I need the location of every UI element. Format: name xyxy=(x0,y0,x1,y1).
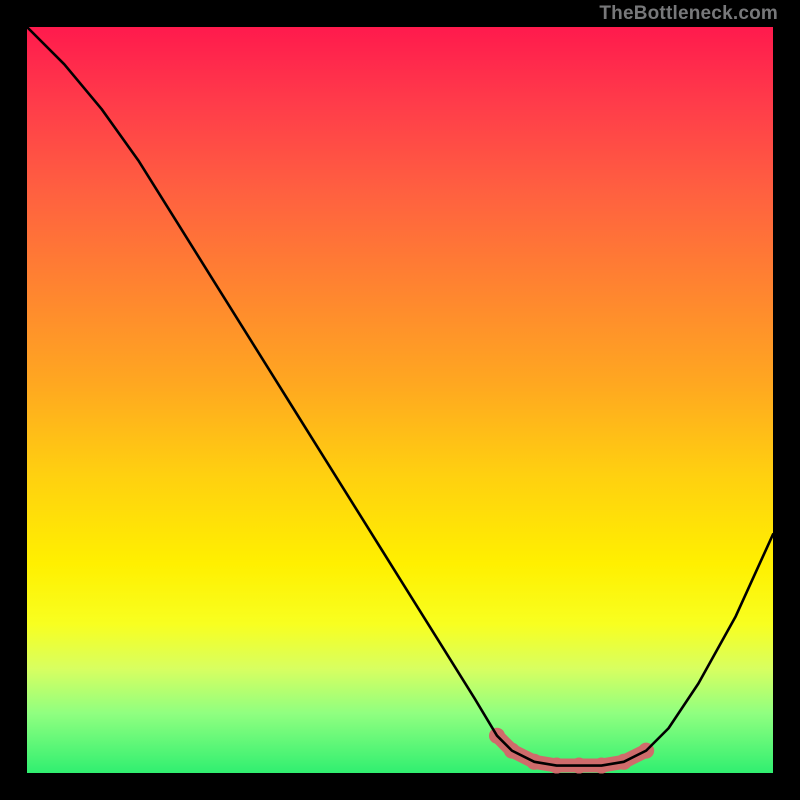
chart-svg xyxy=(27,27,773,773)
watermark-text: TheBottleneck.com xyxy=(599,3,778,25)
chart-container: TheBottleneck.com xyxy=(0,0,800,800)
curve-line xyxy=(27,27,773,766)
plot-area xyxy=(27,27,773,773)
